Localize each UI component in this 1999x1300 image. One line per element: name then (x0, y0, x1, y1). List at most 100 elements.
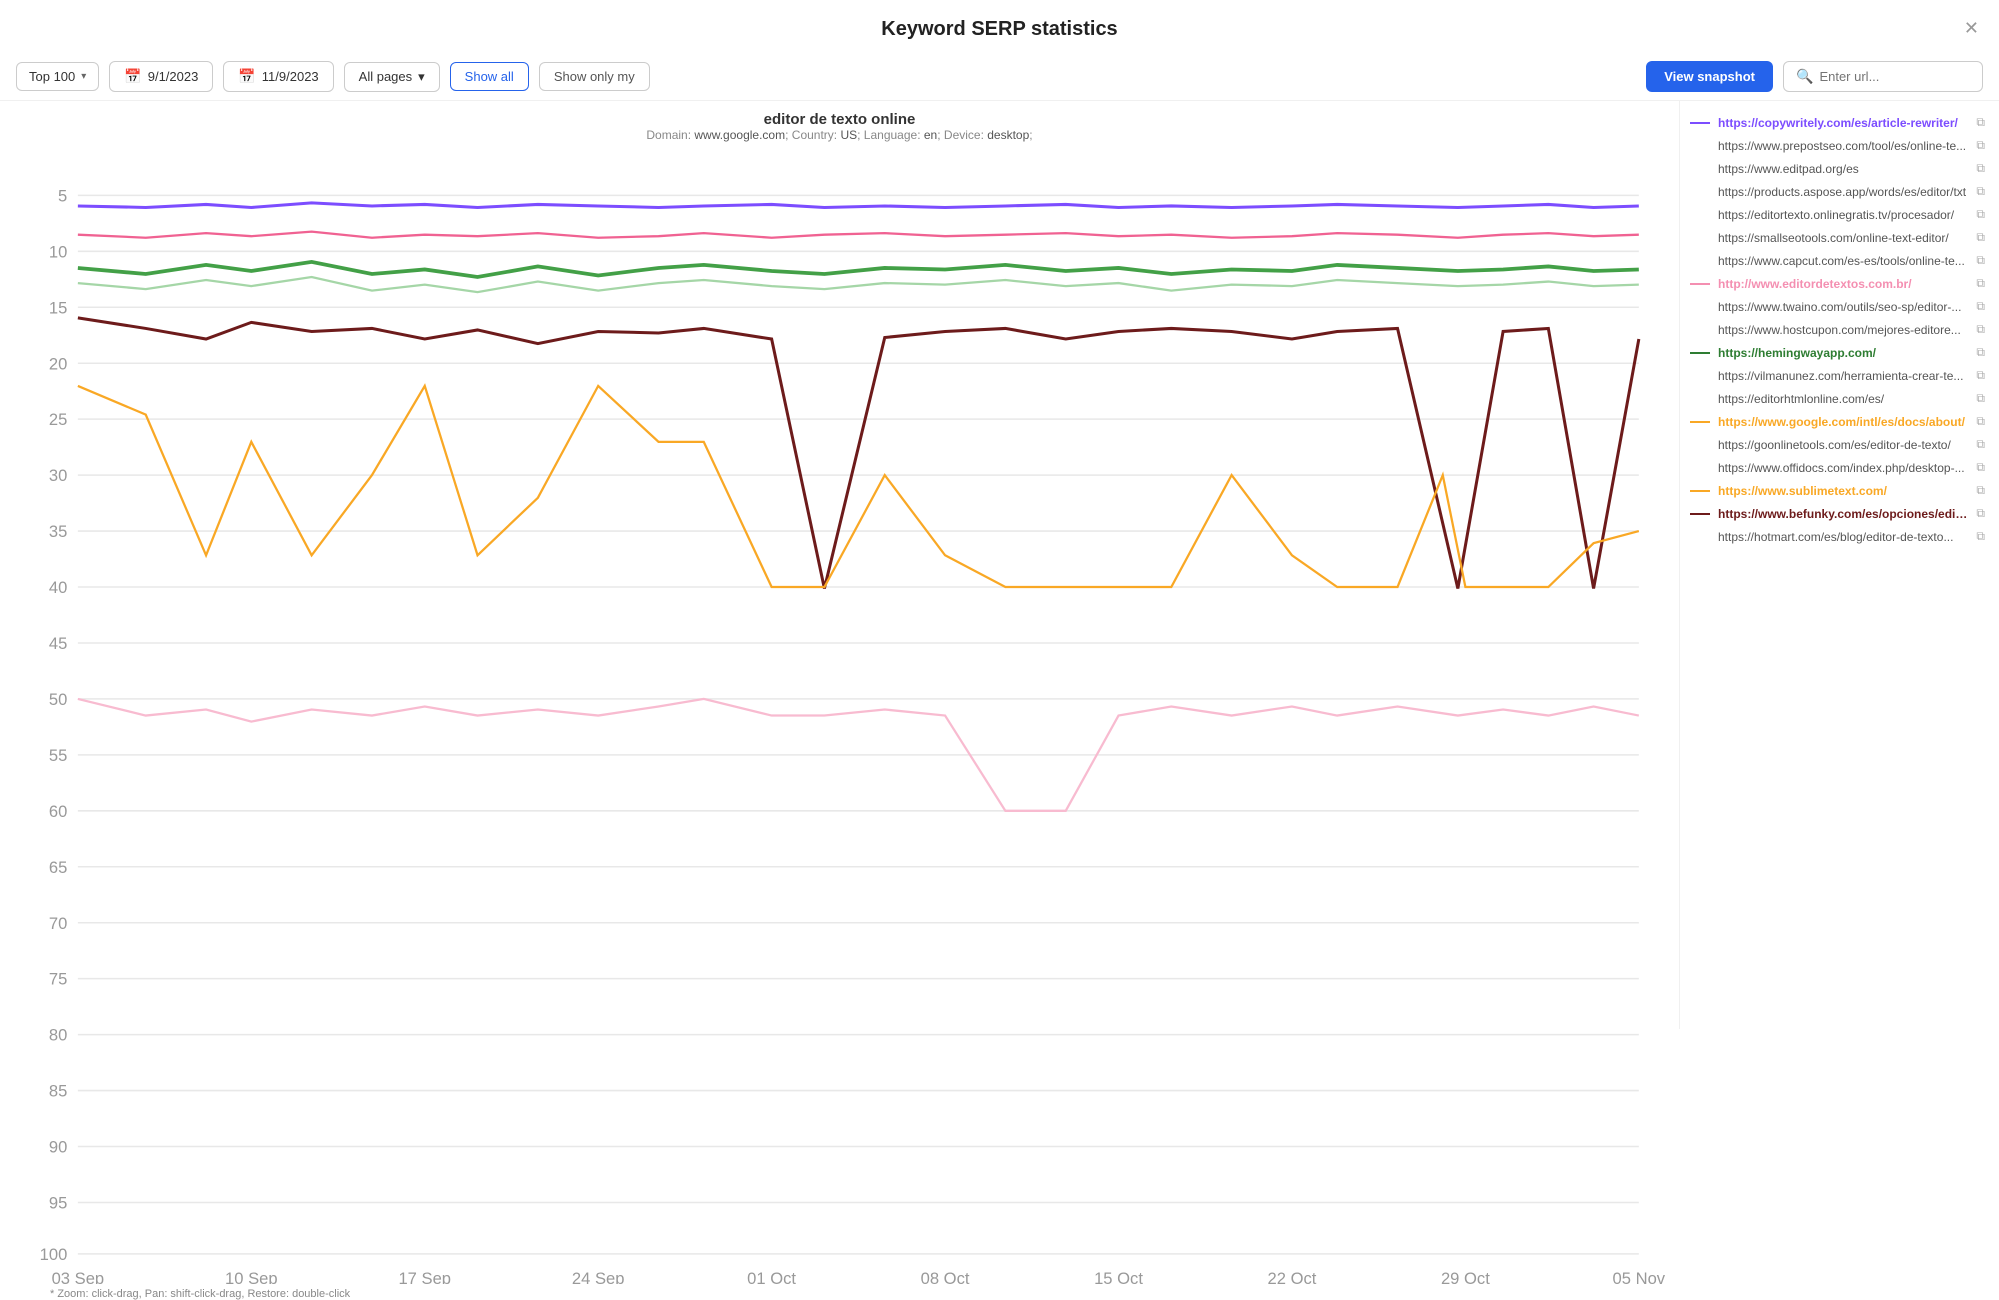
legend-url: https://copywritely.com/es/article-rewri… (1718, 116, 1968, 130)
external-link-icon[interactable]: ⧉ (1976, 506, 1985, 521)
chevron-down-icon: ▾ (418, 69, 425, 85)
legend-url: https://hemingwayapp.com/ (1718, 346, 1968, 360)
external-link-icon[interactable]: ⧉ (1976, 391, 1985, 406)
svg-text:85: 85 (49, 1082, 67, 1101)
chart-title: editor de texto online (10, 111, 1669, 128)
svg-text:80: 80 (49, 1026, 67, 1045)
legend-url: https://www.sublimetext.com/ (1718, 484, 1968, 498)
svg-text:40: 40 (49, 578, 67, 597)
legend-item[interactable]: https://www.capcut.com/es-es/tools/onlin… (1684, 249, 1991, 272)
external-link-icon[interactable]: ⧉ (1976, 414, 1985, 429)
legend-item[interactable]: https://copywritely.com/es/article-rewri… (1684, 111, 1991, 134)
legend-item[interactable]: https://hemingwayapp.com/ ⧉ (1684, 341, 1991, 364)
calendar-icon: 📅 (124, 68, 141, 85)
external-link-icon[interactable]: ⧉ (1976, 299, 1985, 314)
legend-item[interactable]: https://vilmanunez.com/herramienta-crear… (1684, 364, 1991, 387)
search-icon: 🔍 (1796, 68, 1813, 85)
show-all-button[interactable]: Show all (450, 62, 529, 91)
chevron-down-icon: ▾ (81, 71, 86, 82)
external-link-icon[interactable]: ⧉ (1976, 437, 1985, 452)
legend-url: https://vilmanunez.com/herramienta-crear… (1718, 369, 1968, 383)
legend-item[interactable]: https://www.befunky.com/es/opciones/edit… (1684, 502, 1991, 525)
external-link-icon[interactable]: ⧉ (1976, 368, 1985, 383)
external-link-icon[interactable]: ⧉ (1976, 161, 1985, 176)
svg-text:100: 100 (40, 1245, 68, 1264)
svg-text:75: 75 (49, 970, 67, 989)
svg-text:29 Oct: 29 Oct (1441, 1269, 1490, 1284)
svg-text:65: 65 (49, 858, 67, 877)
legend-url: https://www.offidocs.com/index.php/deskt… (1718, 461, 1968, 475)
start-date-button[interactable]: 📅 9/1/2023 (109, 61, 213, 92)
legend-item[interactable]: https://www.editpad.org/es ⧉ (1684, 157, 1991, 180)
main-content: editor de texto online Domain: www.googl… (0, 101, 1999, 1029)
svg-text:17 Sep: 17 Sep (398, 1269, 451, 1284)
external-link-icon[interactable]: ⧉ (1976, 207, 1985, 222)
svg-text:70: 70 (49, 914, 67, 933)
legend-line-indicator (1690, 421, 1710, 423)
calendar-icon: 📅 (238, 68, 255, 85)
legend-item[interactable]: https://www.sublimetext.com/ ⧉ (1684, 479, 1991, 502)
svg-text:60: 60 (49, 802, 67, 821)
external-link-icon[interactable]: ⧉ (1976, 529, 1985, 544)
close-button[interactable]: ✕ (1964, 18, 1979, 39)
svg-text:55: 55 (49, 746, 67, 765)
chart-area: editor de texto online Domain: www.googl… (0, 101, 1679, 1029)
chart-svg: 5 10 15 20 25 30 35 40 45 50 55 60 65 70… (10, 150, 1669, 1284)
legend-item[interactable]: https://www.hostcupon.com/mejores-editor… (1684, 318, 1991, 341)
legend-item[interactable]: https://editorhtmlonline.com/es/ ⧉ (1684, 387, 1991, 410)
legend-item[interactable]: https://www.prepostseo.com/tool/es/onlin… (1684, 134, 1991, 157)
svg-text:30: 30 (49, 466, 67, 485)
svg-text:15: 15 (49, 298, 67, 317)
external-link-icon[interactable]: ⧉ (1976, 276, 1985, 291)
legend-url: https://editorhtmlonline.com/es/ (1718, 392, 1968, 406)
legend-line-indicator (1690, 352, 1710, 354)
legend-url: https://www.editpad.org/es (1718, 162, 1968, 176)
legend-item[interactable]: https://www.google.com/intl/es/docs/abou… (1684, 410, 1991, 433)
svg-text:90: 90 (49, 1138, 67, 1157)
legend-item[interactable]: https://www.twaino.com/outils/seo-sp/edi… (1684, 295, 1991, 318)
external-link-icon[interactable]: ⧉ (1976, 345, 1985, 360)
legend-url: https://www.hostcupon.com/mejores-editor… (1718, 323, 1968, 337)
external-link-icon[interactable]: ⧉ (1976, 138, 1985, 153)
external-link-icon[interactable]: ⧉ (1976, 253, 1985, 268)
svg-text:10: 10 (49, 242, 67, 261)
legend-item[interactable]: http://www.editordetextos.com.br/⧉ (1684, 272, 1991, 295)
show-only-my-button[interactable]: Show only my (539, 62, 650, 91)
external-link-icon[interactable]: ⧉ (1976, 322, 1985, 337)
legend-line-indicator (1690, 283, 1710, 285)
svg-text:45: 45 (49, 634, 67, 653)
view-snapshot-button[interactable]: View snapshot (1646, 61, 1773, 92)
svg-text:10 Sep: 10 Sep (225, 1269, 278, 1284)
legend-item[interactable]: https://smallseotools.com/online-text-ed… (1684, 226, 1991, 249)
legend-item[interactable]: https://editortexto.onlinegratis.tv/proc… (1684, 203, 1991, 226)
legend-line-indicator (1690, 122, 1710, 124)
external-link-icon[interactable]: ⧉ (1976, 460, 1985, 475)
legend-item[interactable]: https://www.offidocs.com/index.php/deskt… (1684, 456, 1991, 479)
url-search-input[interactable] (1819, 69, 1979, 84)
legend-url: https://hotmart.com/es/blog/editor-de-te… (1718, 530, 1968, 544)
legend-url: https://www.capcut.com/es-es/tools/onlin… (1718, 254, 1968, 268)
page-header: Keyword SERP statistics ✕ (0, 0, 1999, 53)
end-date-button[interactable]: 📅 11/9/2023 (223, 61, 333, 92)
chart-hint: * Zoom: click-drag, Pan: shift-click-dra… (10, 1284, 1669, 1300)
top100-dropdown[interactable]: Top 100 ▾ (16, 62, 99, 91)
legend-item[interactable]: https://hotmart.com/es/blog/editor-de-te… (1684, 525, 1991, 548)
legend-url: https://www.befunky.com/es/opciones/edit… (1718, 507, 1968, 521)
external-link-icon[interactable]: ⧉ (1976, 184, 1985, 199)
legend-item[interactable]: https://goonlinetools.com/es/editor-de-t… (1684, 433, 1991, 456)
legend-url: https://smallseotools.com/online-text-ed… (1718, 231, 1968, 245)
external-link-icon[interactable]: ⧉ (1976, 483, 1985, 498)
legend-item[interactable]: https://products.aspose.app/words/es/edi… (1684, 180, 1991, 203)
legend-url: https://www.prepostseo.com/tool/es/onlin… (1718, 139, 1968, 153)
svg-text:95: 95 (49, 1193, 67, 1212)
svg-text:05 Nov: 05 Nov (1613, 1269, 1666, 1284)
svg-text:01 Oct: 01 Oct (747, 1269, 796, 1284)
chart-container[interactable]: 5 10 15 20 25 30 35 40 45 50 55 60 65 70… (10, 150, 1669, 1284)
external-link-icon[interactable]: ⧉ (1976, 115, 1985, 130)
all-pages-dropdown[interactable]: All pages ▾ (344, 62, 440, 92)
svg-text:08 Oct: 08 Oct (921, 1269, 970, 1284)
legend-url: https://www.twaino.com/outils/seo-sp/edi… (1718, 300, 1968, 314)
external-link-icon[interactable]: ⧉ (1976, 230, 1985, 245)
legend-url: https://products.aspose.app/words/es/edi… (1718, 185, 1968, 199)
svg-text:25: 25 (49, 410, 67, 429)
